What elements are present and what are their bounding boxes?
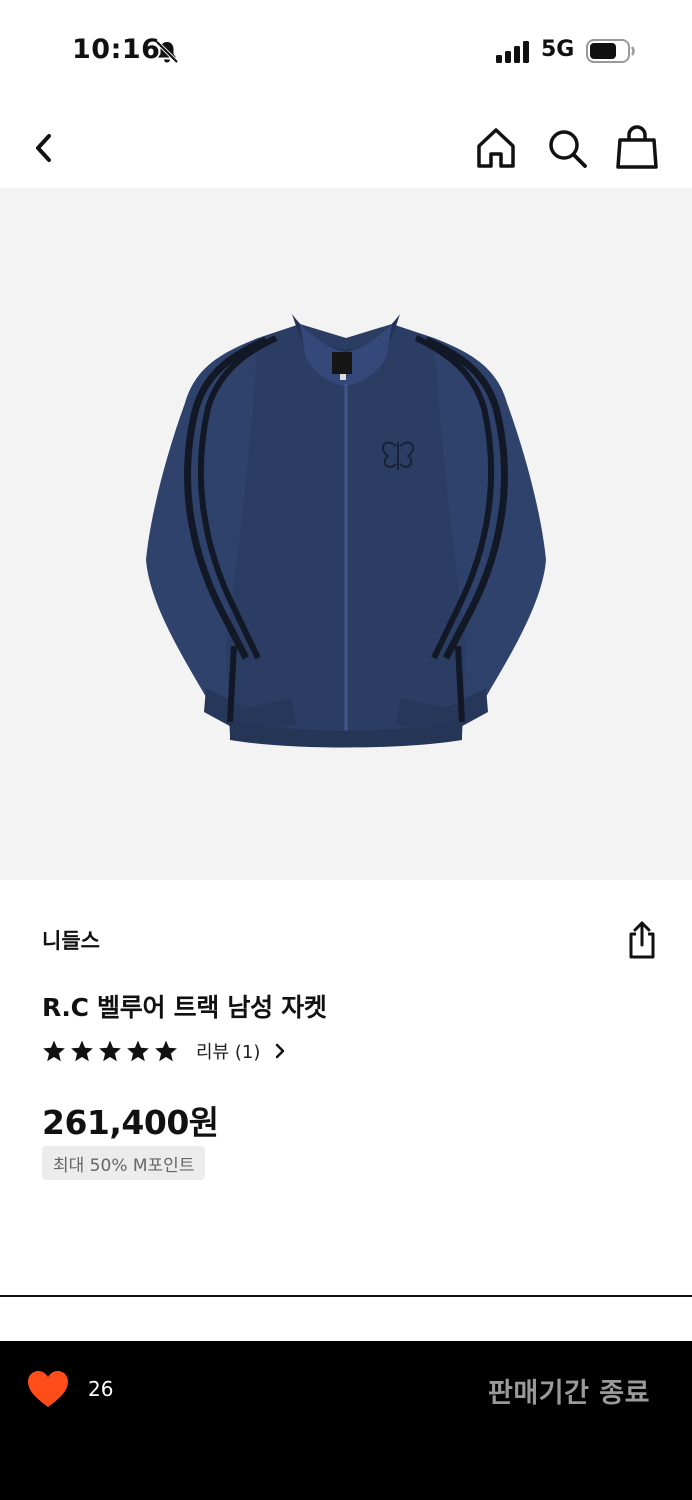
status-bar: 10:16 5G	[0, 0, 692, 100]
star-icon	[155, 1040, 177, 1062]
top-navigation	[0, 112, 692, 182]
cart-button[interactable]	[613, 124, 661, 172]
network-label: 5G	[541, 37, 575, 62]
chevron-left-icon	[36, 134, 51, 162]
bell-slash-icon	[154, 39, 180, 69]
like-count: 26	[88, 1377, 114, 1401]
product-title: R.C 벨루어 트랙 남성 자켓	[42, 993, 327, 1022]
star-icon	[99, 1040, 121, 1062]
search-icon	[549, 130, 587, 168]
review-link[interactable]: 리뷰 (1)	[196, 1038, 260, 1064]
product-image[interactable]	[0, 188, 692, 880]
star-icon	[127, 1040, 149, 1062]
rating-row[interactable]: 리뷰 (1)	[42, 1036, 286, 1066]
search-button[interactable]	[543, 124, 591, 172]
points-badge: 최대 50% M포인트	[42, 1146, 206, 1180]
signal-icon	[496, 41, 532, 67]
brand-name[interactable]: 니들스	[42, 925, 100, 955]
battery-icon	[586, 39, 636, 67]
bottom-action-bar: 26 판매기간 종료	[0, 1341, 692, 1500]
status-time: 10:16	[72, 34, 161, 65]
jacket-illustration	[146, 314, 546, 748]
sale-ended-label: 판매기간 종료	[488, 1378, 650, 1409]
heart-icon	[28, 1371, 68, 1407]
share-button[interactable]	[622, 918, 662, 962]
home-icon	[477, 128, 515, 168]
share-icon	[629, 921, 655, 959]
section-divider	[0, 1295, 692, 1297]
star-icon	[43, 1040, 65, 1062]
chevron-right-icon	[276, 1043, 285, 1059]
back-button[interactable]	[20, 124, 68, 172]
star-icon	[71, 1040, 93, 1062]
shopping-bag-icon	[616, 125, 658, 169]
home-button[interactable]	[472, 124, 520, 172]
rating-stars	[42, 1039, 178, 1063]
product-price: 261,400원	[42, 1103, 219, 1142]
like-button[interactable]: 26	[26, 1367, 113, 1411]
